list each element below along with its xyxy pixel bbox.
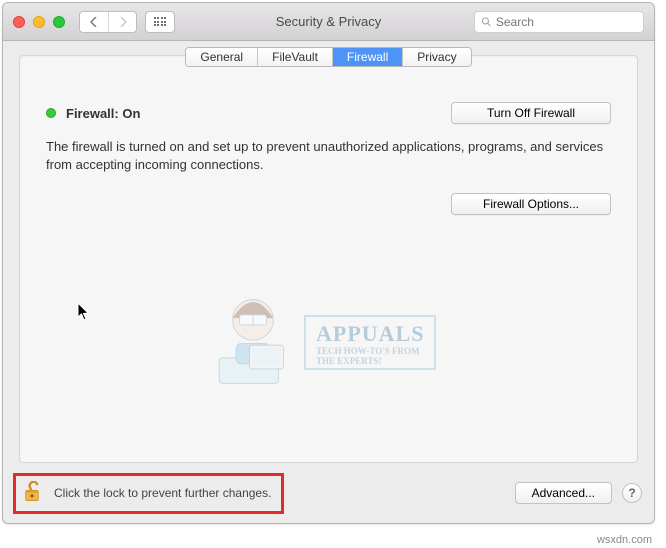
forward-button[interactable] [108,12,136,32]
firewall-status-label: Firewall: On [66,106,140,121]
back-button[interactable] [80,12,108,32]
grid-icon [154,17,167,26]
chevron-left-icon [90,17,98,27]
minimize-icon[interactable] [33,16,45,28]
tab-general[interactable]: General [186,48,257,66]
watermark-tag2: THE EXPERTS! [316,357,424,367]
search-icon [481,16,492,28]
firewall-status-row: Firewall: On Turn Off Firewall [46,102,611,124]
chevron-right-icon [119,17,127,27]
help-button[interactable]: ? [622,483,642,503]
tab-privacy[interactable]: Privacy [402,48,470,66]
show-all-button[interactable] [145,11,175,33]
tab-filevault[interactable]: FileVault [257,48,332,66]
watermark-brand: APPUALS [316,321,424,347]
firewall-panel: Firewall: On Turn Off Firewall The firew… [19,55,638,463]
watermark-tag1: TECH HOW-TO'S FROM [316,347,424,357]
mascot-icon [210,286,296,396]
search-input[interactable] [496,15,637,29]
close-icon[interactable] [13,16,25,28]
status-dot-on-icon [46,108,56,118]
lock-text: Click the lock to prevent further change… [54,486,271,500]
firewall-options-button[interactable]: Firewall Options... [451,193,611,215]
titlebar: Security & Privacy [3,3,654,41]
firewall-description: The firewall is turned on and set up to … [46,138,611,173]
window-controls [3,16,65,28]
search-field[interactable] [474,11,644,33]
tab-bar: General FileVault Firewall Privacy [3,47,654,67]
turn-off-firewall-button[interactable]: Turn Off Firewall [451,102,611,124]
bottom-bar: Click the lock to prevent further change… [15,473,642,513]
tab-firewall[interactable]: Firewall [332,48,402,66]
preferences-window: Security & Privacy General FileVault Fir… [2,2,655,524]
nav-back-forward [79,11,137,33]
watermark: APPUALS TECH HOW-TO'S FROM THE EXPERTS! [210,286,436,399]
site-watermark: wsxdn.com [597,534,652,546]
lock-icon [22,481,42,506]
advanced-button[interactable]: Advanced... [515,482,612,504]
zoom-icon[interactable] [53,16,65,28]
lock-cluster[interactable]: Click the lock to prevent further change… [13,473,284,514]
